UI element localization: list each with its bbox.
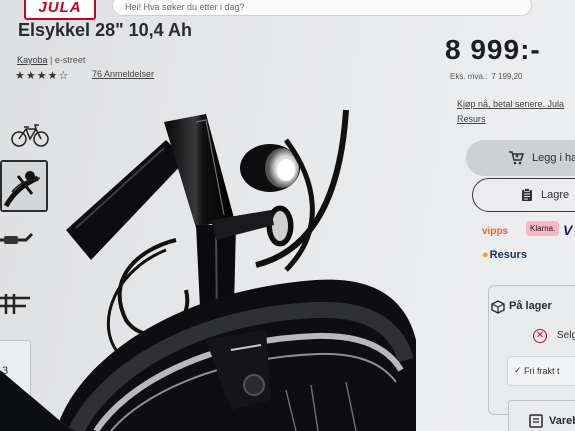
product-price: 8 999:-	[445, 34, 541, 65]
resurs-mark-icon: ●	[482, 249, 489, 261]
save-button[interactable]: Lagre	[472, 178, 575, 212]
thumbnail-3[interactable]	[0, 226, 48, 256]
cart-icon	[509, 151, 524, 165]
frame-thumbnail-icon	[0, 294, 30, 314]
more-thumbnails-count: 3	[2, 365, 9, 377]
grip-thumbnail-icon	[0, 232, 34, 244]
product-title: Elsykkel 28" 10,4 Ah	[18, 20, 192, 40]
vare-section[interactable]: Vareb	[508, 400, 575, 431]
browser-viewport: JULA Elsykkel 28" 10,4 Ah Kayoba | e-str…	[0, 0, 575, 431]
visa-logo: V	[563, 222, 573, 238]
stock-panel: På lager ✕ Selg ✓ Fri frakt t	[488, 285, 575, 415]
finance-line-2[interactable]: Resurs	[457, 112, 564, 127]
vare-label: Vareb	[549, 415, 575, 427]
ex-vat-label: Eks. mva.:	[450, 72, 488, 81]
resurs-logo: ●Resurs	[482, 249, 527, 261]
rating-stars: ★★★★☆	[15, 70, 70, 82]
add-to-cart-button[interactable]: Legg i ha	[466, 140, 575, 176]
thumbnail-1[interactable]	[0, 118, 49, 152]
save-label: Lagre	[541, 189, 570, 201]
thumbnail-2[interactable]	[0, 160, 48, 212]
jula-logo[interactable]: JULA	[24, 0, 96, 20]
list-icon	[529, 414, 543, 428]
ex-vat-price: Eks. mva.: 7 199,20	[450, 72, 522, 81]
logo-text: JULA	[38, 0, 82, 16]
klarna-logo: Klarna.	[526, 221, 560, 236]
search-bar[interactable]	[112, 0, 532, 16]
finance-info[interactable]: Kjøp nå, betal senere. Jula Resurs	[457, 97, 564, 127]
out-of-stock-icon: ✕	[533, 329, 547, 343]
stock-title: På lager	[509, 300, 552, 312]
bicycle-icon	[11, 124, 49, 147]
handlebar-thumbnail-icon	[2, 162, 46, 210]
select-store-link[interactable]: Selg	[557, 330, 575, 341]
product-image[interactable]	[56, 100, 416, 431]
brand-line: Kayoba | e-street	[17, 55, 85, 65]
add-to-cart-label: Legg i ha	[532, 152, 575, 164]
more-thumbnails[interactable]: 3	[0, 340, 31, 400]
finance-line-1[interactable]: Kjøp nå, betal senere. Jula	[457, 97, 564, 112]
free-shipping-text: Fri frakt t	[524, 366, 560, 376]
vipps-logo: vipps	[482, 226, 509, 237]
clipboard-icon	[522, 188, 532, 201]
free-shipping-box: ✓ Fri frakt t	[507, 356, 575, 386]
thumbnail-4[interactable]	[0, 288, 48, 322]
check-icon: ✓	[514, 365, 522, 375]
search-input[interactable]	[123, 0, 427, 15]
product-category: e-street	[54, 55, 86, 65]
ex-vat-value: 7 199,20	[491, 72, 523, 81]
resurs-logo-text: Resurs	[489, 249, 527, 261]
brand-link[interactable]: Kayoba	[17, 55, 48, 65]
box-icon	[491, 300, 505, 314]
reviews-link[interactable]: 76 Anmeldelser	[92, 69, 154, 79]
